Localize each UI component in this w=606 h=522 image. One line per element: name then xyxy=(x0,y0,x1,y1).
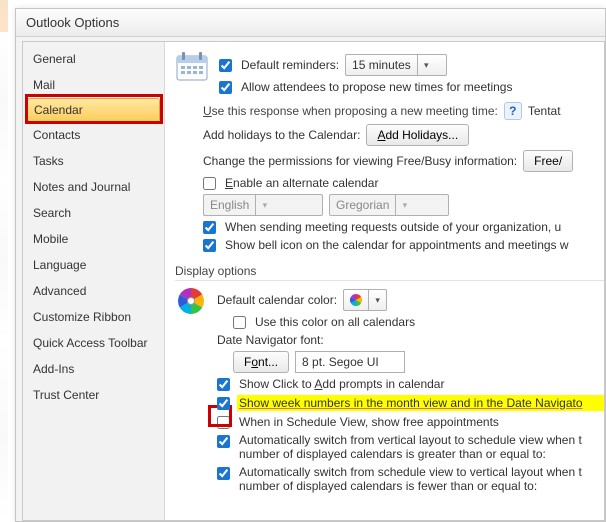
sidebar-item-mobile[interactable]: Mobile xyxy=(23,226,164,252)
show-bell-checkbox[interactable] xyxy=(203,239,216,252)
default-reminders-checkbox[interactable] xyxy=(219,59,232,72)
show-week-numbers-label: Show week numbers in the month view and … xyxy=(239,396,583,410)
navigator-font-label: Date Navigator font: xyxy=(217,333,324,347)
background-edge xyxy=(0,0,8,522)
auto-switch-2-checkbox[interactable] xyxy=(217,467,230,480)
sidebar-item-qat[interactable]: Quick Access Toolbar xyxy=(23,330,164,356)
color-wheel-icon xyxy=(175,285,207,317)
free-busy-button[interactable]: Free/ xyxy=(523,150,573,172)
color-swatch-icon xyxy=(344,293,368,307)
sidebar-item-advanced[interactable]: Advanced xyxy=(23,278,164,304)
show-bell-label: Show bell icon on the calendar for appoi… xyxy=(225,238,569,252)
options-content: Default reminders: 15 minutes ▾ Allow at… xyxy=(165,42,604,520)
add-holidays-button[interactable]: Add Holidays... xyxy=(366,124,469,146)
sidebar-item-contacts[interactable]: Contacts xyxy=(23,122,164,148)
sending-outside-label: When sending meeting requests outside of… xyxy=(225,220,561,234)
schedule-free-label: When in Schedule View, show free appoint… xyxy=(239,415,499,429)
sidebar-item-calendar[interactable]: Calendar xyxy=(27,98,160,122)
auto-switch-2-label: Automatically switch from schedule view … xyxy=(239,465,582,493)
font-value: 8 pt. Segoe UI xyxy=(302,355,379,369)
outlook-options-dialog: Outlook Options General Mail Calendar Co… xyxy=(15,8,606,522)
allow-propose-label: Allow attendees to propose new times for… xyxy=(241,80,512,94)
default-reminders-value: 15 minutes xyxy=(346,58,417,72)
sidebar-item-language[interactable]: Language xyxy=(23,252,164,278)
chevron-down-icon: ▾ xyxy=(417,55,435,75)
sidebar-item-add-ins[interactable]: Add-Ins xyxy=(23,356,164,382)
use-response-value: Tentat xyxy=(528,104,561,118)
font-button[interactable]: Font... xyxy=(233,351,289,373)
schedule-free-checkbox[interactable] xyxy=(217,416,230,429)
sidebar-item-tasks[interactable]: Tasks xyxy=(23,148,164,174)
enable-alternate-label: Enable an alternate calendar xyxy=(225,176,378,190)
options-sidebar: General Mail Calendar Contacts Tasks Not… xyxy=(23,42,165,520)
show-week-numbers-checkbox[interactable] xyxy=(217,397,230,410)
allow-propose-checkbox[interactable] xyxy=(219,81,232,94)
alternate-language-combo[interactable]: English ▾ xyxy=(203,194,323,216)
sidebar-item-trust-center[interactable]: Trust Center xyxy=(23,382,164,408)
default-reminders-combo[interactable]: 15 minutes ▾ xyxy=(345,54,447,76)
sidebar-item-mail[interactable]: Mail xyxy=(23,72,164,98)
dialog-body: General Mail Calendar Contacts Tasks Not… xyxy=(22,41,605,521)
screenshot-frame: Outlook Options General Mail Calendar Co… xyxy=(0,0,606,522)
change-permissions-label: Change the permissions for viewing Free/… xyxy=(203,154,517,168)
dialog-title: Outlook Options xyxy=(16,9,605,37)
auto-switch-1-checkbox[interactable] xyxy=(217,435,230,448)
add-holidays-label: Add holidays to the Calendar: xyxy=(203,128,360,142)
show-click-add-label: Show Click to Add prompts in calendar xyxy=(239,377,444,391)
week-numbers-row: Show week numbers in the month view and … xyxy=(217,395,604,411)
default-color-label: Default calendar color: xyxy=(217,293,337,307)
use-color-all-checkbox[interactable] xyxy=(233,316,246,329)
calendar-icon xyxy=(175,50,209,84)
chevron-down-icon: ▾ xyxy=(255,195,273,215)
sending-outside-checkbox[interactable] xyxy=(203,221,216,234)
alternate-calendar-combo[interactable]: Gregorian ▾ xyxy=(329,194,449,216)
auto-switch-1-label: Automatically switch from vertical layou… xyxy=(239,433,582,461)
default-reminders-label: Default reminders: xyxy=(241,58,339,72)
display-options-header: Display options xyxy=(175,262,604,281)
alternate-language-value: English xyxy=(204,198,255,212)
tentative-icon: ? xyxy=(504,102,522,120)
font-value-field: 8 pt. Segoe UI xyxy=(295,351,405,373)
sidebar-item-notes-journal[interactable]: Notes and Journal xyxy=(23,174,164,200)
chevron-down-icon: ▾ xyxy=(395,195,413,215)
default-color-combo[interactable]: ▾ xyxy=(343,289,387,311)
alternate-calendar-value: Gregorian xyxy=(330,198,395,212)
enable-alternate-checkbox[interactable] xyxy=(203,177,216,190)
use-response-label: Use this response when proposing a new m… xyxy=(203,104,498,118)
sidebar-item-general[interactable]: General xyxy=(23,46,164,72)
show-click-add-checkbox[interactable] xyxy=(217,378,230,391)
use-color-all-label: Use this color on all calendars xyxy=(255,315,415,329)
sidebar-item-search[interactable]: Search xyxy=(23,200,164,226)
sidebar-item-customize-ribbon[interactable]: Customize Ribbon xyxy=(23,304,164,330)
chevron-down-icon: ▾ xyxy=(368,290,386,310)
